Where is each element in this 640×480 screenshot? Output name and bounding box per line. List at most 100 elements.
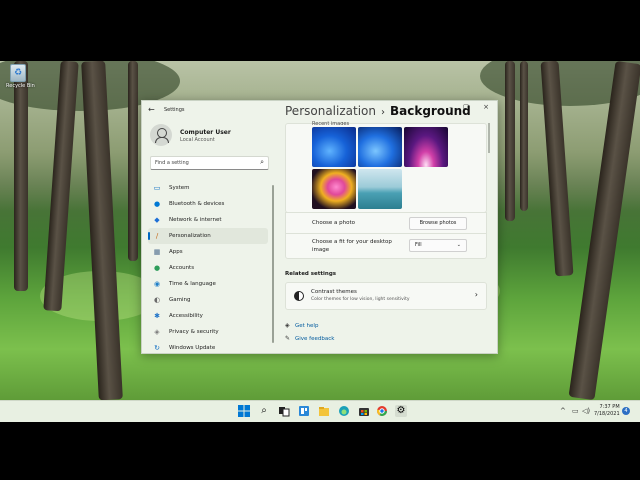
network-icon[interactable]: ▭ [572,407,579,415]
settings-window: ← Settings – ▢ × Computer User Local Acc… [141,100,498,354]
breadcrumb-personalization[interactable]: Personalization [285,104,376,118]
sidebar-item-label: Personalization [169,233,211,239]
chevron-right-icon: › [380,107,385,118]
search-icon[interactable]: ⌕ [258,405,270,417]
brush-icon: / [155,232,159,240]
recent-image-3[interactable] [404,127,448,167]
task-view-icon[interactable] [278,405,290,417]
recycle-bin-label: Recycle Bin [6,83,35,89]
choose-photo-label: Choose a photo [312,220,356,226]
chevron-right-icon: › [474,290,478,299]
contrast-themes-title: Contrast themes [311,289,357,295]
recent-image-2[interactable] [358,127,402,167]
clock[interactable]: 7:37 PM 7/18/2021 [594,404,620,418]
sidebar-item-accounts[interactable]: ● Accounts [148,260,268,276]
get-help-label: Get help [295,323,319,329]
sidebar-item-label: Bluetooth & devices [169,201,225,207]
profile-name: Computer User [180,129,231,136]
sidebar-item-network-internet[interactable]: ◆ Network & internet [148,212,268,228]
recent-images-card: Recent images [285,121,487,213]
fit-label-line1: Choose a fit for your desktop [312,239,392,245]
widgets-icon[interactable] [298,405,310,417]
get-help-link[interactable]: ◈ Get help [285,322,318,329]
wifi-icon: ◆ [154,216,160,224]
recent-image-4[interactable] [312,169,356,209]
profile-account-type: Local Account [180,137,215,143]
palm-trunk [14,61,28,291]
sidebar-item-label: Privacy & security [169,329,219,335]
sidebar-item-label: Gaming [169,297,191,303]
sidebar-item-label: Apps [169,249,183,255]
apps-icon: ▦ [153,248,161,256]
palm-trunk [128,61,138,261]
clock-time: 7:37 PM [599,404,620,410]
fit-label-line2: image [312,247,330,253]
store-icon[interactable] [358,405,370,417]
sidebar-item-accessibility[interactable]: ✱ Accessibility [148,308,268,324]
fit-row: Choose a fit for your desktop image Fill… [285,233,487,259]
fit-dropdown-value: Fill [415,242,422,248]
recycle-bin-shortcut[interactable]: ♻ Recycle Bin [6,64,35,89]
fit-dropdown[interactable]: Fill ⌄ [409,239,467,252]
avatar [150,124,172,146]
sidebar-item-label: Network & internet [169,217,222,223]
sidebar-item-label: Accessibility [169,313,203,319]
palm-trunk [505,61,515,221]
search-icon: ⌕ [260,158,264,166]
help-icon: ◈ [285,322,290,329]
search-input[interactable]: Find a setting ⌕ [150,156,269,170]
volume-icon[interactable]: ◁) [582,407,590,415]
windows-start-icon[interactable] [238,405,250,417]
file-explorer-icon[interactable] [318,405,330,417]
sidebar-item-apps[interactable]: ▦ Apps [148,244,268,260]
choose-photo-row: Choose a photo Browse photos [285,212,487,234]
tray-chevron-icon[interactable]: ^ [560,407,566,415]
related-settings-heading: Related settings [285,271,337,277]
close-button[interactable]: × [480,103,492,111]
recent-image-5[interactable] [358,169,402,209]
page-title: Background [389,104,471,118]
settings-icon[interactable]: ⚙ [395,405,407,417]
sidebar-item-time-language[interactable]: ◉ Time & language [148,276,268,292]
shield-icon: ◈ [154,328,160,336]
feedback-icon: ✎ [285,335,291,342]
person-icon: ● [153,264,161,272]
sidebar-item-label: System [169,185,190,191]
arrow-left-icon[interactable]: ← [148,105,155,114]
monitor-icon: ▭ [153,184,161,192]
content-scrollbar[interactable] [488,123,490,153]
bluetooth-icon: ● [153,200,161,208]
edge-icon[interactable] [338,405,350,417]
sidebar-item-system[interactable]: ▭ System [148,180,268,196]
sidebar-item-privacy-security[interactable]: ◈ Privacy & security [148,324,268,340]
taskbar: ⌕ ⚙ ^ ▭ ◁) 7:37 PM 7/18/2021 4 [0,400,640,422]
main-content: Recent images Choose a photo Browse phot… [285,121,490,349]
sidebar-nav: ▭ System ● Bluetooth & devices ◆ Network & in… [148,180,268,353]
app-title: Settings [164,107,185,113]
chrome-icon[interactable] [376,405,388,417]
recycle-bin-icon: ♻ [10,64,26,82]
gamepad-icon: ◐ [153,296,161,304]
palm-trunk [520,61,528,211]
sidebar-item-label: Accounts [169,265,195,271]
sidebar-item-label: Time & language [169,281,216,287]
give-feedback-link[interactable]: ✎ Give feedback [285,335,334,342]
sidebar-item-bluetooth-devices[interactable]: ● Bluetooth & devices [148,196,268,212]
breadcrumb: Personalization › Background [285,104,471,118]
notification-badge[interactable]: 4 [622,407,630,415]
give-feedback-label: Give feedback [295,336,335,342]
sidebar-item-windows-update[interactable]: ↻ Windows Update [148,340,268,353]
sidebar-item-gaming[interactable]: ◐ Gaming [148,292,268,308]
sidebar-item-label: Windows Update [169,345,216,351]
contrast-themes-description: Color themes for low vision, light sensi… [311,297,410,302]
sidebar-scrollbar[interactable] [272,185,274,343]
contrast-themes-item[interactable]: Contrast themes Color themes for low vis… [285,282,487,310]
sidebar-item-personalization[interactable]: / Personalization [148,228,268,244]
update-icon: ↻ [154,344,160,352]
chevron-down-icon: ⌄ [456,242,461,248]
clock-date: 7/18/2021 [594,411,620,417]
contrast-icon [294,291,304,301]
browse-photos-button[interactable]: Browse photos [409,217,467,230]
globe-clock-icon: ◉ [153,280,161,288]
recent-image-1[interactable] [312,127,356,167]
